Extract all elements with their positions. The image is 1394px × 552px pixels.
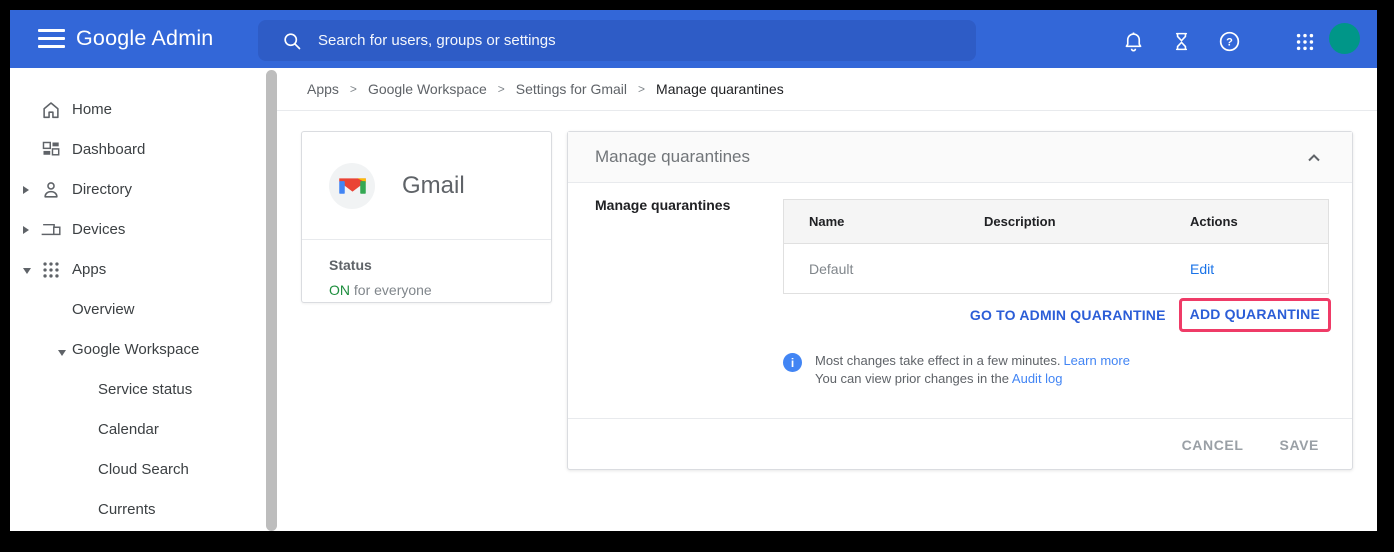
gmail-logo-circle [329,163,375,209]
brand-title: Google Admin [76,26,213,51]
sidebar-item-currents[interactable]: Currents [10,490,266,530]
apps-icon [40,259,62,281]
expand-down-icon [58,350,66,356]
sidebar-item-dashboard[interactable]: Dashboard [10,130,266,170]
audit-log-link[interactable]: Audit log [1012,371,1063,386]
panel-header[interactable]: Manage quarantines [568,132,1352,183]
sidebar-item-home[interactable]: Home [10,90,266,130]
table-header-row: Name Description Actions [784,200,1328,244]
quarantine-actions-row: GO TO ADMIN QUARANTINE ADD QUARANTINE [970,298,1331,332]
info-icon: i [783,353,802,372]
info-note: i Most changes take effect in a few minu… [783,352,1130,387]
chevron-up-icon[interactable] [1302,146,1326,170]
sidebar-item-cloud-search[interactable]: Cloud Search [10,450,266,490]
add-quarantine-highlight-box: ADD QUARANTINE [1179,298,1331,332]
sidebar-item-overview[interactable]: Overview [10,290,266,330]
sidebar-item-devices[interactable]: Devices [10,210,266,250]
info-line-2: You can view prior changes in theAudit l… [815,370,1130,388]
google-apps-grid-icon[interactable] [1293,30,1316,53]
save-button[interactable]: SAVE [1280,437,1320,453]
section-label: Manage quarantines [595,197,730,213]
column-header-description: Description [959,214,1165,229]
status-on-badge: ON [329,282,350,298]
gmail-card-header: Gmail [302,132,551,240]
panel-body: Manage quarantines Name Description Acti… [568,183,1352,470]
panel-title: Manage quarantines [595,147,750,167]
column-header-name: Name [784,214,959,229]
status-value: ON for everyone [329,282,551,298]
search-bar[interactable] [258,20,976,61]
status-label: Status [329,257,551,273]
sidebar-nav: Home Dashboard [10,68,266,531]
breadcrumb-separator: > [498,82,505,96]
help-icon[interactable]: ? [1218,30,1241,53]
devices-icon [40,219,62,241]
table-row: Default Edit [784,244,1328,293]
breadcrumb-separator: > [638,82,645,96]
quarantines-table: Name Description Actions Default Edit [783,199,1329,294]
info-line-1: Most changes take effect in a few minute… [815,352,1130,370]
breadcrumb-google-workspace[interactable]: Google Workspace [368,81,487,97]
notifications-bell-icon[interactable] [1122,30,1145,53]
expand-right-icon [23,226,29,234]
search-icon [282,31,302,51]
breadcrumb-apps[interactable]: Apps [307,81,339,97]
learn-more-link[interactable]: Learn more [1063,353,1129,368]
sidebar-item-directory[interactable]: Directory [10,170,266,210]
dashboard-icon [40,139,62,161]
breadcrumb-current-page: Manage quarantines [656,81,784,97]
admin-console-window: Google Admin [10,10,1377,531]
add-quarantine-button[interactable]: ADD QUARANTINE [1190,306,1320,322]
search-input[interactable] [318,32,918,49]
account-avatar[interactable] [1329,23,1360,54]
breadcrumb-separator: > [350,82,357,96]
svg-text:?: ? [1226,37,1233,49]
breadcrumb: Apps > Google Workspace > Settings for G… [277,68,1377,111]
sidebar-item-service-status[interactable]: Service status [10,370,266,410]
sidebar-item-apps[interactable]: Apps [10,250,266,290]
expand-down-icon [23,268,31,274]
row-name: Default [784,261,959,277]
column-header-actions: Actions [1165,214,1328,229]
app-title: Gmail [402,172,465,200]
go-to-admin-quarantine-button[interactable]: GO TO ADMIN QUARANTINE [970,307,1166,323]
app-bar: Google Admin [10,10,1377,68]
main-menu-icon[interactable] [38,29,65,49]
sidebar-item-calendar[interactable]: Calendar [10,410,266,450]
sidebar-item-google-workspace[interactable]: Google Workspace [10,330,266,370]
cancel-button[interactable]: CANCEL [1182,437,1244,453]
gmail-logo-icon [339,175,366,196]
home-icon [40,99,62,121]
gmail-app-card: Gmail Status ON for everyone [301,131,552,303]
edit-link[interactable]: Edit [1190,261,1214,277]
sidebar-scrollbar[interactable] [266,70,277,531]
screenshot-frame: Google Admin [0,0,1394,552]
expand-right-icon [23,186,29,194]
session-hourglass-icon[interactable] [1170,30,1193,53]
panel-footer: CANCEL SAVE [568,418,1352,470]
breadcrumb-settings-for-gmail[interactable]: Settings for Gmail [516,81,627,97]
gmail-status-section: Status ON for everyone [302,240,551,298]
manage-quarantines-panel: Manage quarantines Manage quarantines Na… [567,131,1353,470]
person-icon [40,179,62,201]
